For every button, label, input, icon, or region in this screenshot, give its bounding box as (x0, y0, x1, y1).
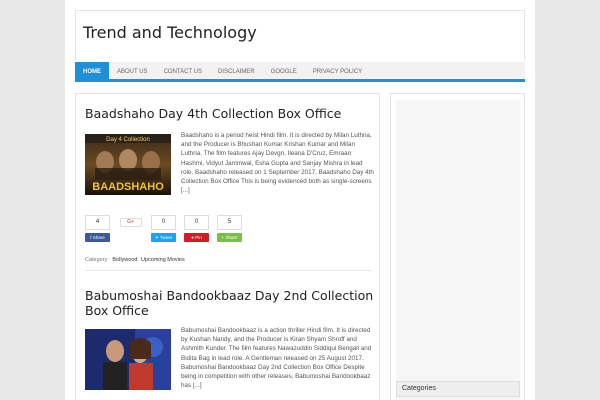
facebook-share-button[interactable]: f Share (85, 233, 110, 242)
page-wrapper: Trend and Technology HOME ABOUT US CONTA… (65, 0, 535, 400)
main-nav: HOME ABOUT US CONTACT US DISCLAIMER GOOG… (75, 62, 525, 82)
nav-home[interactable]: HOME (75, 62, 109, 79)
site-header: Trend and Technology (75, 10, 525, 60)
share-count: 5 (217, 215, 242, 230)
share-google-plus[interactable]: G+ (118, 215, 143, 243)
post-title[interactable]: Babumoshai Bandookbaaz Day 2nd Collectio… (85, 288, 375, 318)
nav-about-us[interactable]: ABOUT US (109, 62, 156, 79)
nav-disclaimer[interactable]: DISCLAIMER (210, 62, 263, 79)
site-title[interactable]: Trend and Technology (83, 23, 257, 42)
sidebar: Categories (390, 93, 525, 400)
post-divider (85, 270, 372, 271)
share-bar: 4 f Share G+ 0 ✦ Tweet 0 ● Pin 5 + Share (85, 215, 242, 243)
share-generic[interactable]: 5 + Share (217, 215, 242, 243)
generic-share-button[interactable]: + Share (217, 233, 242, 242)
sidebar-ad-area (396, 100, 520, 400)
twitter-share-button[interactable]: ✦ Tweet (151, 233, 176, 242)
share-twitter[interactable]: 0 ✦ Tweet (151, 215, 176, 243)
post-excerpt: Babumoshai Bandookbaaz is a action thril… (181, 327, 372, 390)
nav-google[interactable]: GOOGLE (263, 62, 305, 79)
nav-privacy-policy[interactable]: PRIVACY POLICY (305, 62, 370, 79)
baadshaho-poster-image: Day 4 Collection BAADSHAHO (85, 134, 171, 195)
post-categories: Category: Bollywood Upcoming Movies (85, 257, 185, 263)
main-content: Baadshaho Day 4th Collection Box Office … (75, 93, 380, 400)
sidebar-widget-title: Categories (396, 381, 520, 397)
babumoshai-photo-image (85, 329, 171, 390)
nav-contact-us[interactable]: CONTACT US (156, 62, 210, 79)
post-title[interactable]: Baadshaho Day 4th Collection Box Office (85, 106, 341, 121)
post-thumbnail[interactable]: Day 4 Collection BAADSHAHO (85, 134, 171, 195)
category-link-upcoming-movies[interactable]: Upcoming Movies (141, 257, 185, 263)
category-link-bollywood[interactable]: Bollywood (112, 257, 137, 263)
category-label: Category: (85, 257, 109, 263)
pinterest-share-button[interactable]: ● Pin (184, 233, 209, 242)
google-plus-icon[interactable]: G+ (119, 218, 142, 227)
post-thumbnail[interactable] (85, 329, 171, 390)
poster-top-text: Day 4 Collection (106, 137, 150, 143)
post-excerpt: Baadshaho is a period heist Hindi film. … (181, 132, 374, 195)
share-count: 0 (184, 215, 209, 230)
poster-title-text: BAADSHAHO (92, 181, 164, 193)
share-count: 4 (85, 215, 110, 230)
share-count: 0 (151, 215, 176, 230)
share-facebook[interactable]: 4 f Share (85, 215, 110, 243)
share-pinterest[interactable]: 0 ● Pin (184, 215, 209, 243)
